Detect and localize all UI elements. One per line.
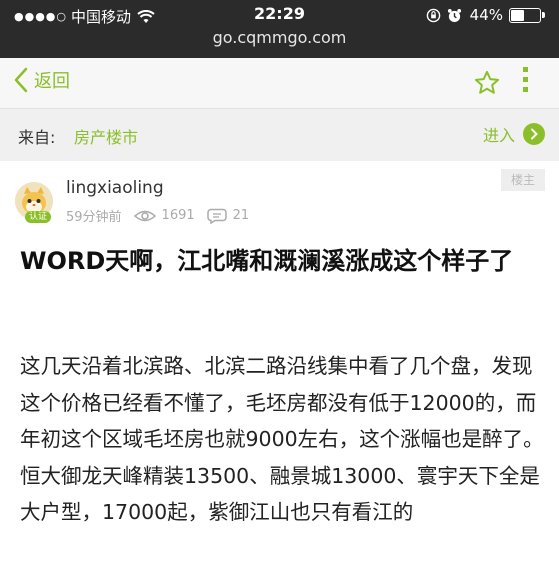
chevron-right-icon bbox=[523, 123, 545, 145]
source-bar: 来自: 房产楼市 进入 bbox=[0, 109, 559, 162]
battery-level bbox=[511, 9, 525, 21]
more-menu-button[interactable] bbox=[521, 67, 529, 95]
post-body: 这几天沿着北滨路、北滨二路沿线集中看了几个盘，发现这个价格已经看不懂了，毛坯房都… bbox=[20, 348, 550, 531]
back-button[interactable]: 返回 bbox=[14, 67, 70, 93]
post-paragraph: 这几天沿着北滨路、北滨二路沿线集中看了几个盘，发现这个价格已经看不懂了，毛坯房都… bbox=[20, 354, 544, 451]
more-dot-icon bbox=[522, 67, 528, 72]
post-meta: 59分钟前 1691 21 bbox=[66, 206, 249, 225]
source-label: 来自: bbox=[18, 128, 56, 147]
post-title: WORD天啊，江北嘴和溉澜溪涨成这个样子了 bbox=[20, 247, 514, 275]
battery-tip bbox=[542, 12, 545, 18]
rotation-lock-icon bbox=[426, 8, 440, 22]
post-paragraph: 恒大御龙天峰精装13500、融景城13000、寰宇天下全是大户型，17000起，… bbox=[20, 463, 540, 525]
more-dot-icon bbox=[522, 77, 528, 82]
view-count: 1691 bbox=[161, 208, 195, 223]
status-bar: ●●●●○ 中国移动 22:29 go.cqmmgo.com 44% bbox=[0, 0, 559, 58]
chevron-left-icon bbox=[14, 67, 28, 93]
source-category-link[interactable]: 房产楼市 bbox=[74, 124, 138, 148]
post-time: 59分钟前 bbox=[66, 210, 122, 225]
battery-percent: 44% bbox=[469, 6, 503, 24]
page-url[interactable]: go.cqmmgo.com bbox=[0, 28, 559, 47]
eye-icon bbox=[133, 210, 156, 221]
op-badge: 楼主 bbox=[501, 169, 545, 191]
comment-icon bbox=[206, 208, 227, 224]
verified-badge: 认证 bbox=[25, 211, 52, 223]
post-header: 认证 lingxiaoling 59分钟前 1691 21 楼主 bbox=[0, 161, 559, 231]
comment-count: 21 bbox=[232, 208, 250, 223]
more-dot-icon bbox=[522, 87, 528, 92]
status-indicators: 44% bbox=[426, 6, 545, 24]
enter-label: 进入 bbox=[482, 126, 515, 145]
nav-bar: 返回 bbox=[0, 58, 559, 109]
star-icon bbox=[474, 70, 500, 94]
alarm-icon bbox=[447, 8, 461, 22]
battery-icon bbox=[509, 7, 541, 23]
favorite-button[interactable] bbox=[473, 69, 501, 101]
back-label: 返回 bbox=[34, 71, 70, 92]
author-username[interactable]: lingxiaoling bbox=[66, 178, 164, 198]
enter-forum-button[interactable]: 进入 bbox=[483, 122, 545, 146]
